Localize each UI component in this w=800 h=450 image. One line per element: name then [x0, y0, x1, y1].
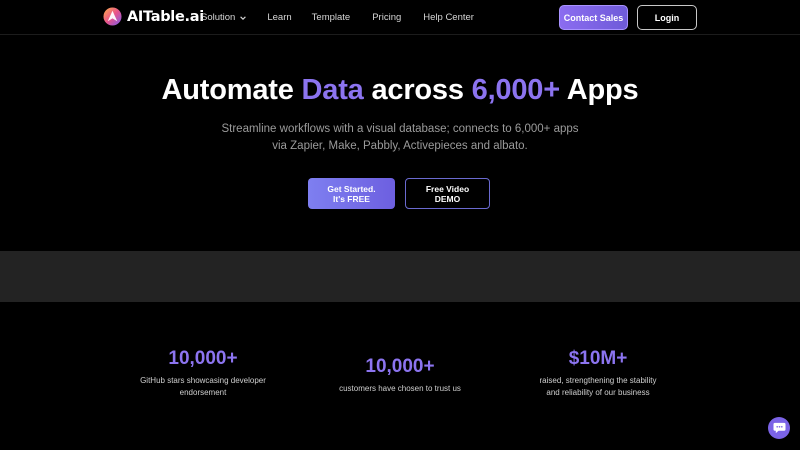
hero-title-accent-count: 6,000+	[471, 74, 561, 106]
nav-item-template[interactable]: Template	[312, 12, 351, 23]
stat-customers: 10,000+ customers have chosen to trust u…	[300, 356, 500, 395]
hero-subtitle: Streamline workflows with a visual datab…	[0, 121, 800, 155]
video-demo-line1: Free Video	[425, 183, 470, 194]
video-demo-button[interactable]: Free Video DEMO	[405, 178, 490, 209]
chat-bubble-icon	[773, 422, 785, 434]
video-demo-line2: DEMO	[434, 193, 461, 204]
stat-description-line2: endorsement	[179, 388, 227, 397]
stat-description: raised, strengthening the stability and …	[498, 375, 698, 399]
nav-item-help-center[interactable]: Help Center	[423, 12, 474, 23]
nav-item-solution-label: Solution	[201, 12, 236, 23]
stat-description-line1: GitHub stars showcasing developer	[140, 376, 266, 385]
logo-icon	[103, 7, 122, 26]
stat-value: 10,000+	[365, 356, 435, 377]
top-navigation: AITable.ai Solution Learn Template Prici…	[0, 0, 800, 35]
nav-item-pricing-label: Pricing	[372, 12, 402, 23]
main-menu: Solution Learn Template Pricing Help Cen…	[201, 12, 474, 23]
hero-subtitle-line2: via Zapier, Make, Pabbly, Activepieces a…	[272, 140, 528, 152]
get-started-line1: Get Started.	[327, 183, 376, 194]
stat-description-line1: raised, strengthening the stability	[539, 376, 657, 385]
stat-description-line1: customers have chosen to trust us	[339, 384, 461, 393]
gray-band	[0, 251, 800, 302]
chat-launcher-button[interactable]	[768, 417, 790, 439]
stat-description-line2: and reliability of our business	[546, 388, 650, 397]
brand-logo[interactable]: AITable.ai	[103, 7, 204, 26]
hero-subtitle-line1: Streamline workflows with a visual datab…	[221, 123, 579, 135]
login-button[interactable]: Login	[637, 5, 697, 30]
nav-item-template-label: Template	[311, 12, 351, 23]
nav-item-learn[interactable]: Learn	[267, 12, 291, 23]
hero-title-part3: Apps	[559, 74, 639, 106]
stat-value: 10,000+	[168, 348, 238, 369]
hero-title-part1: Automate	[161, 74, 302, 106]
nav-item-pricing[interactable]: Pricing	[372, 12, 401, 23]
stat-value: $10M+	[568, 348, 628, 369]
stat-description: GitHub stars showcasing developer endors…	[103, 375, 303, 399]
get-started-button[interactable]: Get Started. It's FREE	[308, 178, 395, 209]
brand-name: AITable.ai	[127, 8, 204, 25]
contact-sales-button[interactable]: Contact Sales	[559, 5, 628, 30]
hero-title-part2: across	[363, 74, 472, 106]
stat-funding: $10M+ raised, strengthening the stabilit…	[498, 348, 698, 399]
stat-description: customers have chosen to trust us	[300, 383, 500, 395]
chevron-down-icon	[240, 15, 247, 20]
nav-item-help-center-label: Help Center	[423, 12, 474, 23]
stat-github-stars: 10,000+ GitHub stars showcasing develope…	[103, 348, 303, 399]
hero-title-accent-data: Data	[301, 74, 364, 106]
nav-item-solution[interactable]: Solution	[201, 12, 247, 23]
hero-title: Automate Data across 6,000+ Apps	[0, 74, 800, 107]
get-started-line2: It's FREE	[333, 193, 370, 204]
nav-item-learn-label: Learn	[267, 12, 292, 23]
